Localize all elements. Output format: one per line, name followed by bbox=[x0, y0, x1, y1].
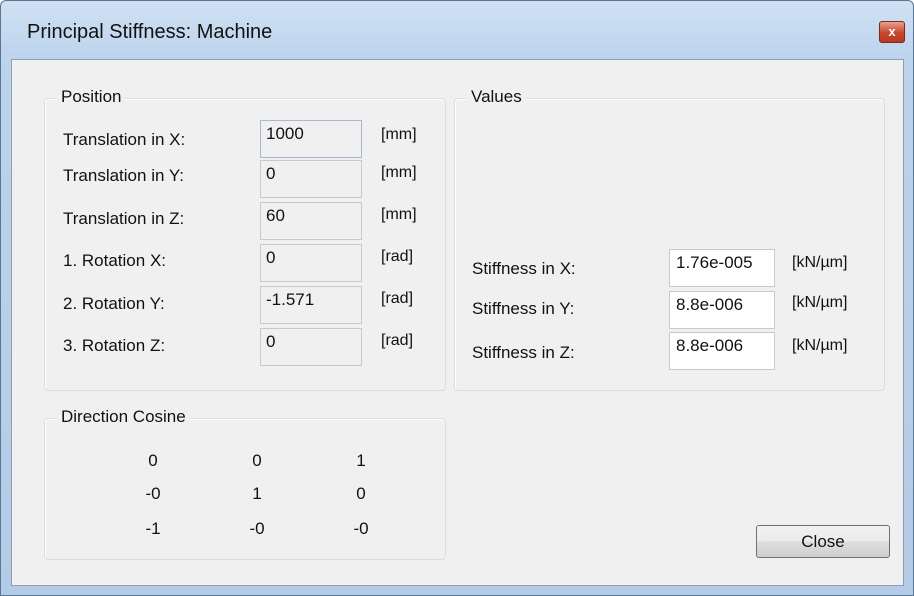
cosine-cell: -0 bbox=[353, 519, 369, 538]
rotation-y-label: 2. Rotation Y: bbox=[63, 294, 165, 313]
rotation-y-unit: [rad] bbox=[381, 290, 414, 307]
cosine-cell: -0 bbox=[145, 484, 161, 503]
cosine-cell: -1 bbox=[145, 519, 161, 538]
cosine-cell: 0 bbox=[148, 451, 158, 470]
position-group-title: Position bbox=[57, 87, 126, 107]
cosine-cell: 0 bbox=[356, 484, 366, 503]
close-button[interactable]: Close bbox=[756, 525, 890, 558]
rotation-z-label: 3. Rotation Z: bbox=[63, 336, 166, 355]
rotation-x-field[interactable]: 0 bbox=[260, 244, 362, 282]
stiffness-y-unit: [kN/µm] bbox=[792, 294, 848, 311]
stiffness-x-field[interactable]: 1.76e-005 bbox=[669, 249, 775, 287]
stiffness-z-field[interactable]: 8.8e-006 bbox=[669, 332, 775, 370]
stiffness-y-field[interactable]: 8.8e-006 bbox=[669, 291, 775, 329]
translation-x-field[interactable]: 1000 bbox=[260, 120, 362, 158]
stiffness-x-unit: [kN/µm] bbox=[792, 254, 848, 271]
translation-z-label: Translation in Z: bbox=[63, 209, 185, 228]
rotation-z-unit: [rad] bbox=[381, 332, 414, 349]
translation-z-field[interactable]: 60 bbox=[260, 202, 362, 240]
direction-cosine-title: Direction Cosine bbox=[57, 407, 190, 427]
window-title: Principal Stiffness: Machine bbox=[27, 21, 273, 43]
rotation-z-field[interactable]: 0 bbox=[260, 328, 362, 366]
stiffness-y-label: Stiffness in Y: bbox=[472, 299, 575, 318]
translation-y-field[interactable]: 0 bbox=[260, 160, 362, 198]
dialog-client-area: Position Translation in X: 1000 [mm] Tra… bbox=[11, 59, 904, 586]
translation-y-unit: [mm] bbox=[381, 164, 417, 181]
stiffness-x-label: Stiffness in X: bbox=[472, 259, 576, 278]
translation-z-unit: [mm] bbox=[381, 206, 417, 223]
values-group-title: Values bbox=[467, 87, 526, 107]
rotation-x-unit: [rad] bbox=[381, 248, 414, 265]
cosine-cell: 1 bbox=[356, 451, 366, 470]
stiffness-z-unit: [kN/µm] bbox=[792, 337, 848, 354]
translation-x-label: Translation in X: bbox=[63, 130, 186, 149]
rotation-x-label: 1. Rotation X: bbox=[63, 251, 167, 270]
dialog-window: Principal Stiffness: Machine x Position … bbox=[0, 0, 914, 596]
stiffness-z-label: Stiffness in Z: bbox=[472, 343, 575, 362]
translation-x-unit: [mm] bbox=[381, 126, 417, 143]
cosine-cell: 1 bbox=[252, 484, 262, 503]
cosine-cell: -0 bbox=[249, 519, 265, 538]
close-window-icon[interactable]: x bbox=[879, 21, 905, 43]
rotation-y-field[interactable]: -1.571 bbox=[260, 286, 362, 324]
cosine-cell: 0 bbox=[252, 451, 262, 470]
translation-y-label: Translation in Y: bbox=[63, 166, 184, 185]
